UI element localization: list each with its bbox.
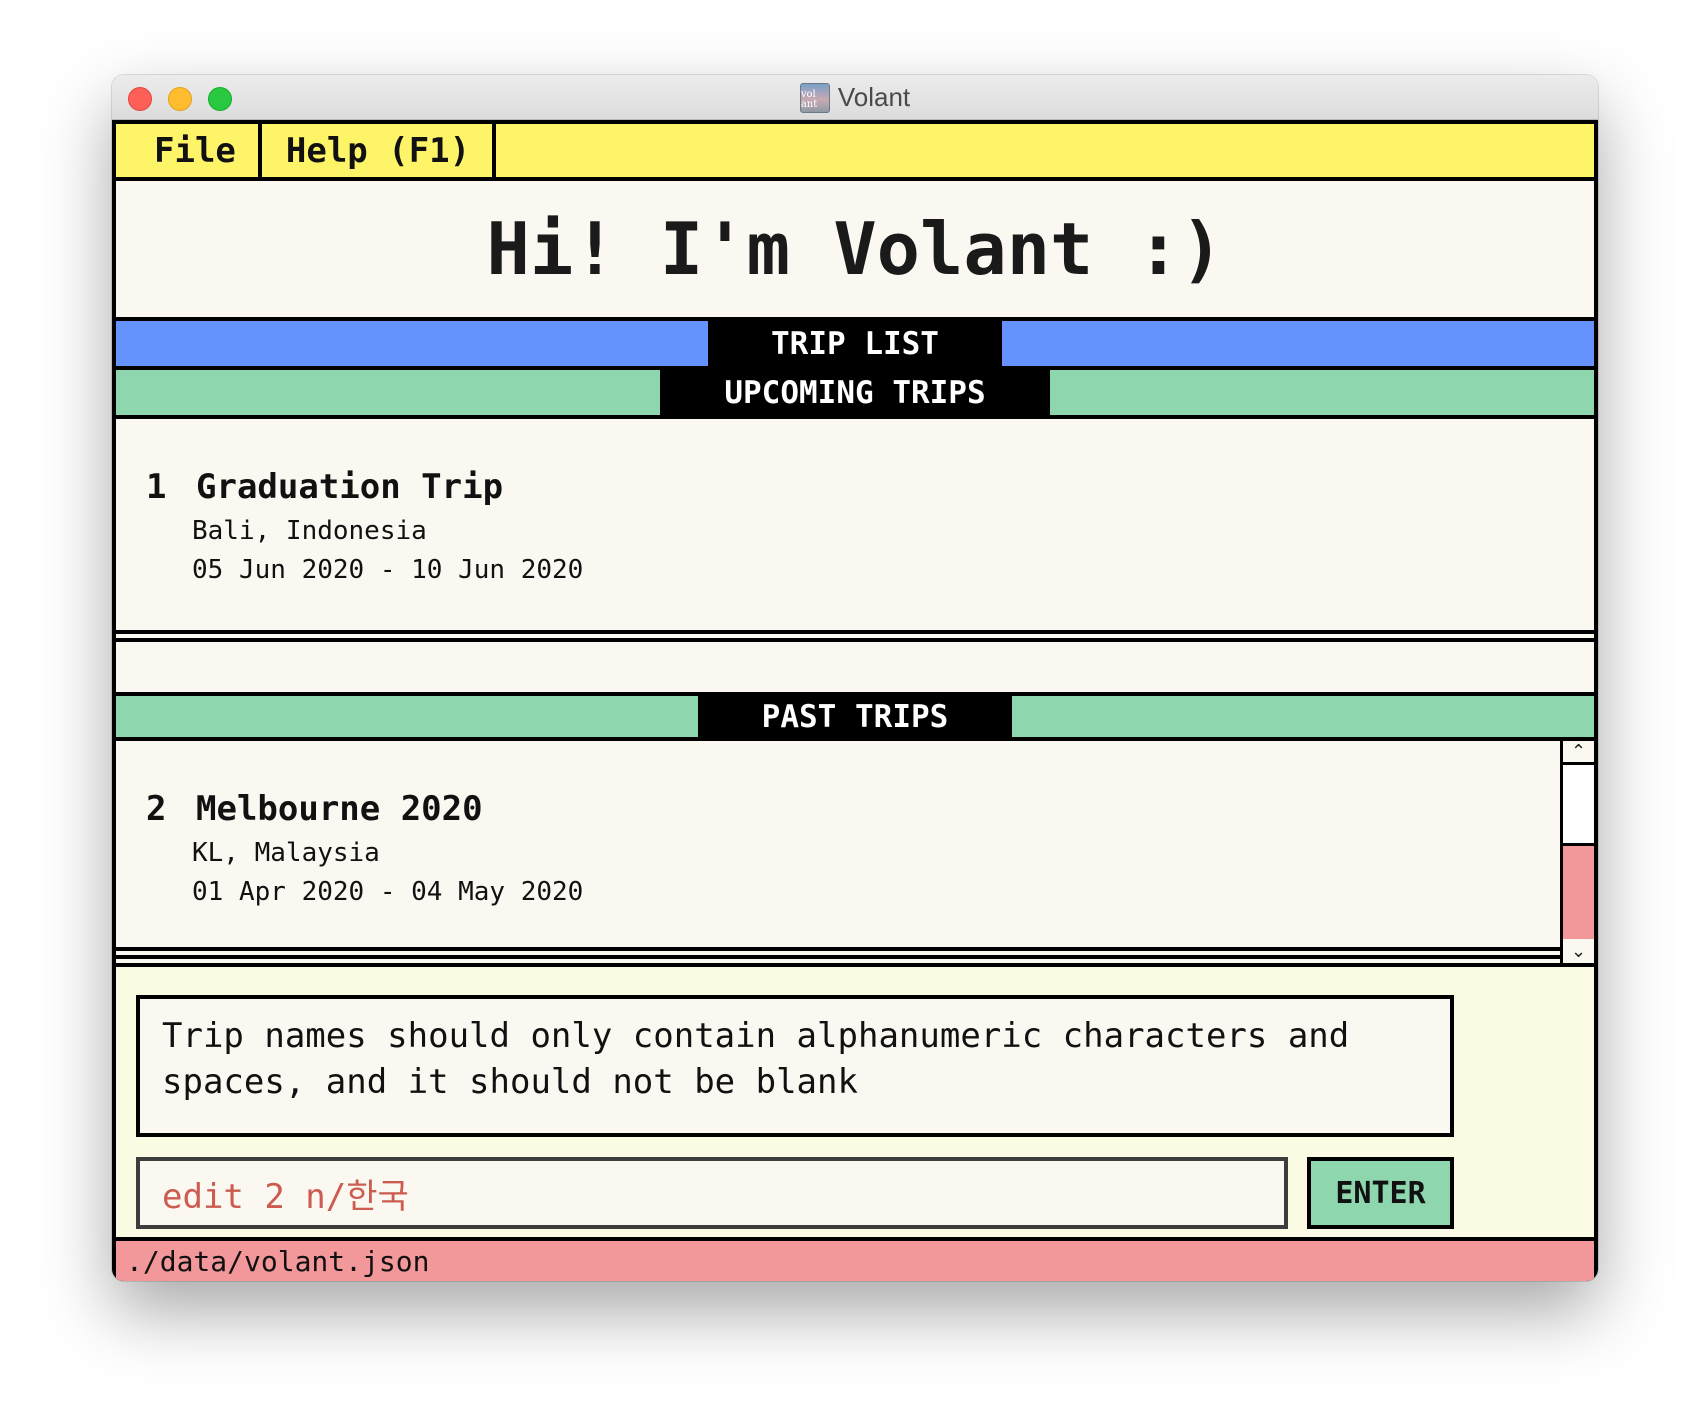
trip-dates: 05 Jun 2020 - 10 Jun 2020 bbox=[192, 555, 584, 585]
save-file-path: ./data/volant.json bbox=[126, 1244, 430, 1278]
result-display: Trip names should only contain alphanume… bbox=[136, 995, 1454, 1137]
menu-file[interactable]: File bbox=[116, 124, 262, 177]
trip-index: 1 bbox=[146, 467, 167, 507]
status-bar: ./data/volant.json bbox=[116, 1241, 1594, 1281]
greeting-heading: Hi! I'm Volant :) bbox=[116, 181, 1594, 321]
scroll-down-icon[interactable]: ⌄ bbox=[1563, 939, 1594, 963]
trip-dates: 01 Apr 2020 - 04 May 2020 bbox=[192, 877, 584, 907]
past-trips-band: PAST TRIPS bbox=[116, 692, 1594, 741]
trip-list-label: TRIP LIST bbox=[708, 321, 1002, 366]
upcoming-trips-list: 1 Graduation Trip Bali, Indonesia 05 Jun… bbox=[116, 419, 1594, 689]
trip-index: 2 bbox=[146, 789, 167, 829]
command-input[interactable] bbox=[136, 1157, 1288, 1229]
scroll-track[interactable] bbox=[1563, 765, 1594, 939]
command-console: Trip names should only contain alphanume… bbox=[116, 963, 1594, 1241]
enter-button[interactable]: ENTER bbox=[1307, 1157, 1454, 1229]
past-trips-scrollbar[interactable]: ⌃ ⌄ bbox=[1560, 741, 1594, 963]
past-trips-label: PAST TRIPS bbox=[698, 696, 1012, 737]
title-bar[interactable]: vol ant Volant bbox=[112, 75, 1598, 120]
trip-card[interactable]: 1 Graduation Trip Bali, Indonesia 05 Jun… bbox=[116, 419, 1594, 642]
trip-name: Graduation Trip bbox=[196, 467, 504, 507]
menu-help[interactable]: Help (F1) bbox=[262, 124, 497, 177]
app-root: File Help (F1) Hi! I'm Volant :) TRIP LI… bbox=[112, 120, 1598, 1281]
scroll-thumb[interactable] bbox=[1563, 843, 1594, 939]
scroll-up-icon[interactable]: ⌃ bbox=[1563, 741, 1594, 765]
volant-app-icon: vol ant bbox=[799, 82, 830, 113]
upcoming-trips-label: UPCOMING TRIPS bbox=[660, 370, 1050, 415]
past-trips-list[interactable]: 2 Melbourne 2020 KL, Malaysia 01 Apr 202… bbox=[116, 741, 1594, 963]
app-window: vol ant Volant File Help (F1) Hi! I'm Vo… bbox=[112, 75, 1598, 1281]
upcoming-trips-band: UPCOMING TRIPS bbox=[116, 370, 1594, 419]
window-title: Volant bbox=[837, 82, 911, 112]
title-wrap: vol ant Volant bbox=[112, 75, 1598, 120]
menu-bar: File Help (F1) bbox=[116, 124, 1594, 181]
trip-list-band: TRIP LIST bbox=[116, 321, 1594, 370]
trip-card[interactable]: 2 Melbourne 2020 KL, Malaysia 01 Apr 202… bbox=[116, 741, 1562, 959]
trip-name: Melbourne 2020 bbox=[196, 789, 483, 829]
trip-location: KL, Malaysia bbox=[192, 838, 380, 868]
trip-location: Bali, Indonesia bbox=[192, 516, 427, 546]
